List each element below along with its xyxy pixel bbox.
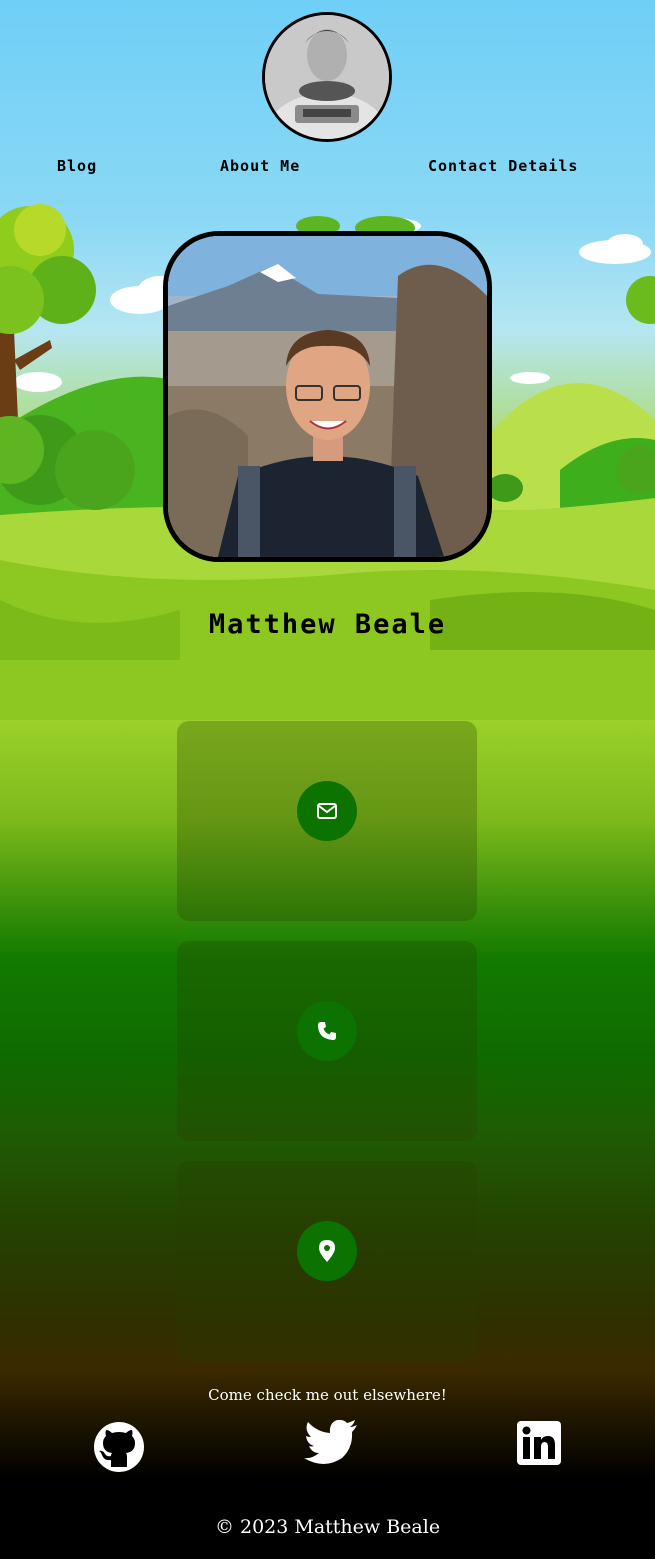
- github-icon: [94, 1422, 144, 1472]
- main-nav: Blog About Me Contact Details: [0, 157, 655, 181]
- nav-link-contact-details[interactable]: Contact Details: [428, 157, 578, 175]
- location-button[interactable]: [297, 1221, 357, 1281]
- phone-icon: [318, 1022, 336, 1040]
- profile-photo: [163, 231, 492, 562]
- contact-card-phone[interactable]: [177, 941, 477, 1141]
- linkedin-icon: [517, 1421, 561, 1465]
- github-link[interactable]: [94, 1422, 144, 1476]
- phone-button[interactable]: [297, 1001, 357, 1061]
- profile-name: Matthew Beale: [208, 609, 447, 640]
- twitter-link[interactable]: [304, 1419, 358, 1470]
- social-heading: Come check me out elsewhere!: [208, 1386, 447, 1404]
- linkedin-link[interactable]: [517, 1421, 561, 1469]
- envelope-icon: [317, 803, 337, 819]
- astronaut-portrait: [265, 15, 389, 139]
- contact-card-location[interactable]: [177, 1161, 477, 1361]
- nav-link-about-me[interactable]: About Me: [220, 157, 300, 175]
- location-pin-icon: [319, 1240, 335, 1262]
- email-button[interactable]: [297, 781, 357, 841]
- twitter-icon: [304, 1419, 357, 1464]
- footer-copyright: © 2023 Matthew Beale: [214, 1516, 441, 1538]
- nav-link-blog[interactable]: Blog: [57, 157, 97, 175]
- portrait-photo: [168, 236, 487, 557]
- avatar[interactable]: [262, 12, 392, 142]
- contact-card-email[interactable]: [177, 721, 477, 921]
